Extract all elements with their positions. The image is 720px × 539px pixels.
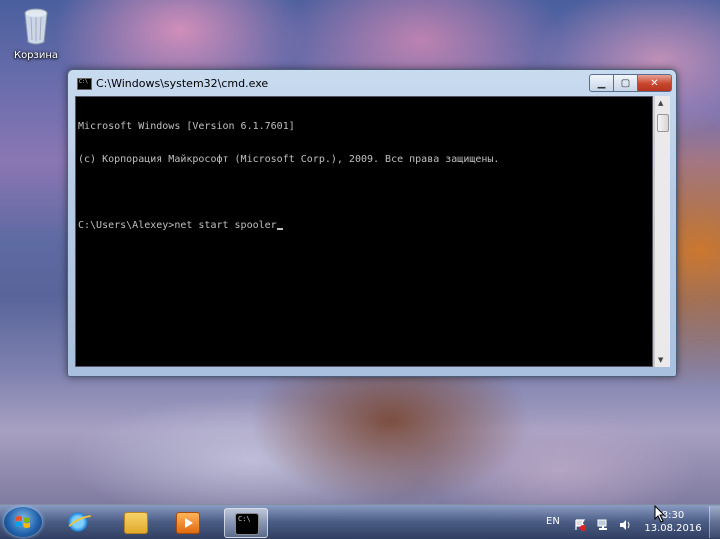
maximize-icon: ▢: [620, 77, 631, 89]
clock-date: 13.08.2016: [644, 523, 702, 534]
cmd-app-icon: C:\: [77, 78, 92, 90]
clock-time: 8:30: [661, 510, 685, 521]
internet-explorer-taskbar-button[interactable]: [58, 508, 100, 536]
console-line: Microsoft Windows [Version 6.1.7601]: [78, 121, 295, 132]
vertical-scrollbar[interactable]: ▲ ▼: [654, 96, 670, 367]
network-icon[interactable]: [597, 516, 610, 530]
media-player-taskbar-button[interactable]: [166, 508, 208, 536]
recycle-bin-shortcut[interactable]: Корзина: [8, 6, 64, 61]
cmd-taskbar-button[interactable]: C:\: [224, 508, 268, 538]
cmd-window[interactable]: C:\ C:\Windows\system32\cmd.exe ▁ ▢ ✕ Mi…: [67, 69, 677, 377]
scroll-down-arrow-icon[interactable]: ▼: [658, 356, 663, 364]
language-indicator[interactable]: EN: [546, 516, 560, 527]
minimize-button[interactable]: ▁: [589, 74, 614, 92]
action-center-flag-icon[interactable]: [574, 516, 587, 531]
internet-explorer-icon: [68, 512, 90, 532]
close-icon: ✕: [650, 77, 659, 89]
folder-icon: [124, 512, 148, 534]
taskbar: C:\ EN 8:30 13.08.2016: [0, 504, 720, 539]
console-command: C:\Users\Alexey>net start spooler: [78, 220, 277, 231]
volume-icon[interactable]: [619, 516, 632, 530]
show-desktop-button[interactable]: [709, 506, 720, 538]
start-button[interactable]: [4, 507, 42, 537]
system-clock[interactable]: 8:30 13.08.2016: [643, 509, 703, 535]
close-button[interactable]: ✕: [637, 74, 672, 92]
console-line: (с) Корпорация Майкрософт (Microsoft Cor…: [78, 154, 500, 165]
console-prompt-line: C:\Users\Alexey>net start spooler: [78, 220, 652, 231]
recycle-bin-label: Корзина: [13, 50, 59, 61]
window-title: C:\Windows\system32\cmd.exe: [96, 77, 269, 90]
console-output[interactable]: Microsoft Windows [Version 6.1.7601] (с)…: [75, 96, 653, 367]
cmd-icon: C:\: [235, 513, 259, 535]
mouse-pointer-icon: [654, 505, 666, 523]
media-player-icon: [176, 512, 200, 534]
text-cursor: [276, 228, 283, 230]
minimize-icon: ▁: [597, 77, 606, 89]
window-titlebar[interactable]: C:\ C:\Windows\system32\cmd.exe ▁ ▢ ✕: [68, 70, 676, 96]
scroll-up-arrow-icon[interactable]: ▲: [658, 99, 663, 107]
scrollbar-thumb[interactable]: [657, 114, 669, 132]
windows-explorer-taskbar-button[interactable]: [114, 508, 156, 536]
recycle-bin-icon: [21, 6, 51, 46]
windows-logo-icon: [16, 516, 30, 528]
maximize-button[interactable]: ▢: [613, 74, 638, 92]
